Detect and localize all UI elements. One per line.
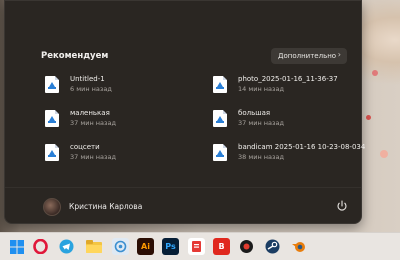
image-file-icon <box>45 76 59 93</box>
windows-start-icon[interactable] <box>8 238 25 255</box>
user-name[interactable]: Кристина Карлова <box>69 202 142 211</box>
blender-icon[interactable] <box>290 238 307 255</box>
recommended-heading: Рекомендуем <box>41 51 109 61</box>
chevron-right-icon: › <box>337 50 341 59</box>
image-file-icon <box>45 144 59 161</box>
item-time: 37 мин назад <box>70 119 116 127</box>
pdf-app-icon[interactable] <box>188 238 205 255</box>
item-name: Untitled-1 <box>70 75 105 83</box>
image-file-icon <box>213 76 227 93</box>
telegram-icon[interactable] <box>58 238 75 255</box>
item-name: большая <box>238 109 271 117</box>
illustrator-icon[interactable]: Ai <box>137 238 154 255</box>
item-time: 38 мин назад <box>238 153 284 161</box>
bandicam-icon[interactable]: B <box>213 238 230 255</box>
item-name: соцсети <box>70 143 100 151</box>
item-time: 14 мин назад <box>238 85 284 93</box>
item-name: bandicam 2025-01-16 10-23-08-034 <box>238 143 366 151</box>
recommended-item[interactable]: photo_2025-01-16_11-36-37 14 мин назад <box>213 75 373 97</box>
item-name: маленькая <box>70 109 110 117</box>
recommended-item[interactable]: большая 37 мин назад <box>213 109 373 131</box>
more-button-label: Дополнительно <box>278 52 337 60</box>
media-recorder-icon[interactable] <box>238 238 255 255</box>
steam-icon[interactable] <box>264 238 281 255</box>
item-time: 6 мин назад <box>70 85 112 93</box>
file-explorer-icon[interactable] <box>85 238 102 255</box>
power-icon <box>337 200 347 211</box>
more-button[interactable]: Дополнительно › <box>271 48 347 64</box>
user-avatar[interactable] <box>43 198 61 216</box>
photoshop-icon[interactable]: Ps <box>162 238 179 255</box>
item-name: photo_2025-01-16_11-36-37 <box>238 75 338 83</box>
image-file-icon <box>213 110 227 127</box>
item-time: 37 мин назад <box>70 153 116 161</box>
wallpaper-decoration <box>380 150 388 158</box>
network-app-icon[interactable] <box>112 238 129 255</box>
image-file-icon <box>45 110 59 127</box>
power-button[interactable] <box>334 198 350 214</box>
recommended-item[interactable]: соцсети 37 мин назад <box>45 143 205 165</box>
opera-icon[interactable] <box>32 238 49 255</box>
recommended-item[interactable]: Untitled-1 6 мин назад <box>45 75 205 97</box>
recommended-item[interactable]: маленькая 37 мин назад <box>45 109 205 131</box>
taskbar: Ai Ps B <box>0 232 400 260</box>
start-menu: Рекомендуем Дополнительно › Untitled-1 6… <box>4 0 366 224</box>
image-file-icon <box>213 144 227 161</box>
recommended-item[interactable]: bandicam 2025-01-16 10-23-08-034 38 мин … <box>213 143 366 165</box>
footer-divider <box>5 187 361 188</box>
item-time: 37 мин назад <box>238 119 284 127</box>
